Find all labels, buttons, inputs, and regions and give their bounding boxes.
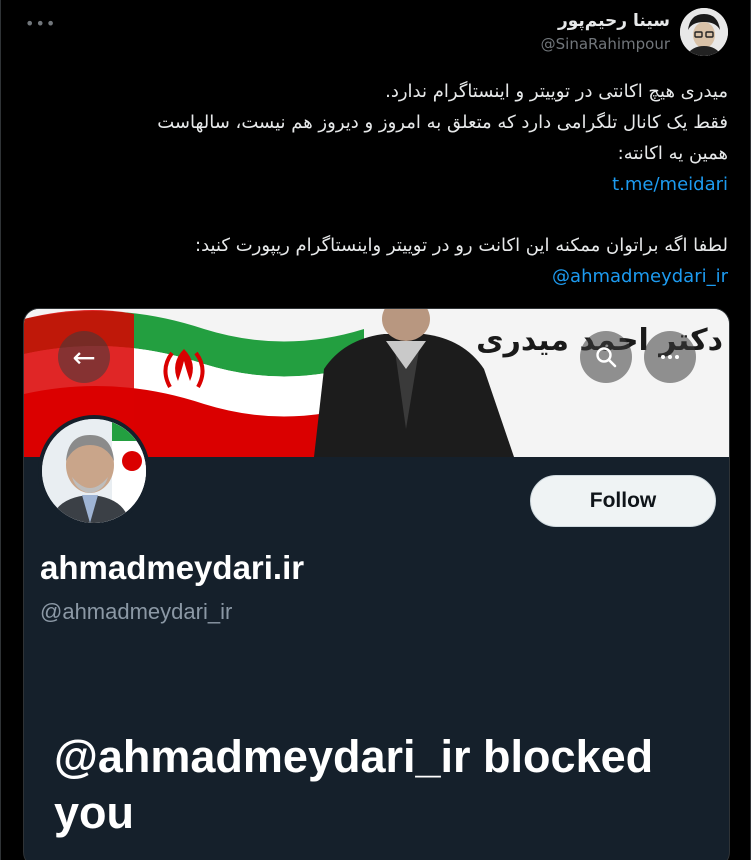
author-display-name[interactable]: سینا رحیم‌پور — [541, 11, 670, 31]
tweet-media-image[interactable]: دکتر احمد میدری ← Follow ah — [23, 308, 730, 860]
follow-button[interactable]: Follow — [530, 475, 716, 527]
back-arrow-icon[interactable]: ← — [58, 331, 110, 383]
telegram-link[interactable]: t.me/meidari — [612, 174, 728, 195]
tweet-text-line: لطفا اگه براتوان ممکنه این اکانت رو در ت… — [195, 235, 728, 256]
search-icon[interactable] — [580, 331, 632, 383]
tweet[interactable]: ••• سینا رحیم‌پور @SinaRahimpour میدری ه… — [0, 0, 751, 860]
more-options-icon[interactable] — [644, 331, 696, 383]
profile-handle: @ahmadmeydari_ir — [40, 599, 233, 624]
tweet-author[interactable]: سینا رحیم‌پور @SinaRahimpour — [541, 8, 728, 56]
more-options-icon[interactable]: ••• — [25, 14, 56, 33]
tweet-text-line: همین یه اکانته: — [617, 143, 728, 164]
tweet-text-line: فقط یک کانال تلگرامی دارد که متعلق به ام… — [157, 112, 728, 133]
profile-name: ahmadmeydari.ir — [40, 549, 305, 586]
tweet-text-line: میدری هیچ اکانتی در توییتر و اینستاگرام … — [385, 81, 728, 102]
mention-link[interactable]: @ahmadmeydari_ir — [552, 266, 728, 287]
blocked-message: @ahmadmeydari_ir blocked you — [54, 731, 654, 838]
profile-avatar — [38, 415, 150, 527]
author-avatar[interactable] — [680, 8, 728, 56]
author-handle[interactable]: @SinaRahimpour — [541, 35, 670, 53]
tweet-text: میدری هیچ اکانتی در توییتر و اینستاگرام … — [38, 76, 728, 292]
